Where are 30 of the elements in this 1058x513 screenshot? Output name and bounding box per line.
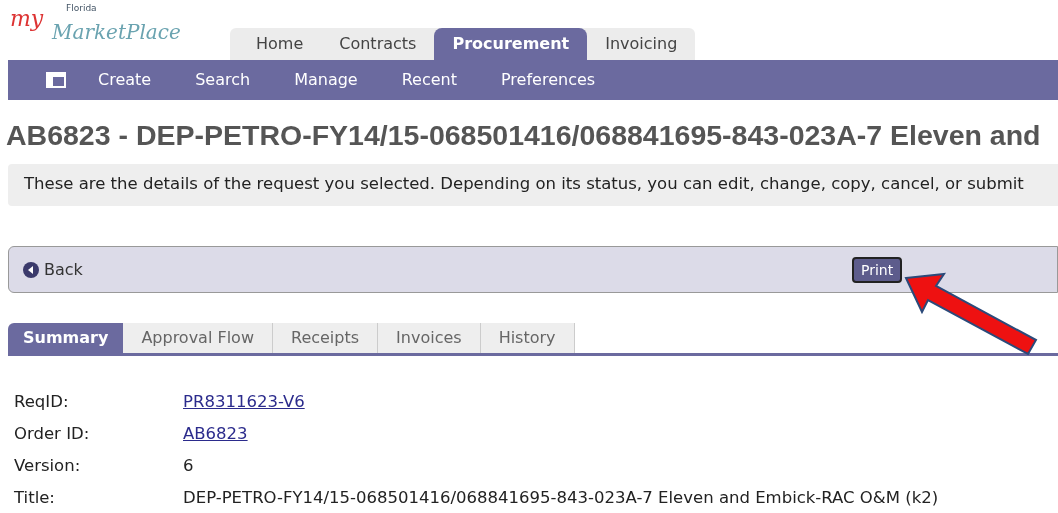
field-label: ReqID:: [14, 390, 70, 413]
main-tab[interactable]: Home: [238, 28, 322, 60]
detail-tab[interactable]: History: [480, 323, 575, 353]
value-link[interactable]: PR8311623-V6: [183, 389, 305, 415]
main-tab[interactable]: Procurement: [434, 28, 588, 60]
nav-link[interactable]: Search: [195, 68, 251, 92]
logo-text: MarketPlace: [52, 22, 181, 42]
page-title: AB6823 - DEP-PETRO-FY14/15-068501416/068841695-843-023A-7 Eleven and: [5, 118, 1042, 153]
field-value: DEP-PETRO-FY14/15-068501416/068841695-843-023A-7 Eleven and Embick-RAC O&M (k2): [183, 486, 939, 509]
field-value: 6: [183, 454, 194, 477]
layout-icon[interactable]: [46, 72, 66, 88]
logo-text: Florida: [66, 4, 97, 13]
detail-tab[interactable]: Receipts: [273, 323, 379, 353]
nav-link[interactable]: Create: [98, 68, 152, 92]
field-label: Title:: [14, 486, 56, 509]
detail-tab[interactable]: Approval Flow: [123, 323, 273, 353]
detail-tab[interactable]: Invoices: [378, 323, 481, 353]
main-tab[interactable]: Invoicing: [587, 28, 696, 60]
nav-link[interactable]: Preferences: [501, 68, 596, 92]
nav-link[interactable]: Recent: [401, 68, 457, 92]
info-message: These are the details of the request you selected. Depending on its status, you can edit, change, copy, cancel, or submit: [24, 173, 1025, 195]
field-label: Order ID:: [14, 422, 91, 445]
value-link[interactable]: AB6823: [183, 421, 248, 447]
logo-text: my: [10, 8, 44, 30]
print-button[interactable]: Print: [852, 257, 903, 283]
main-tab[interactable]: Contracts: [321, 28, 435, 60]
detail-tab[interactable]: Summary: [8, 323, 124, 353]
nav-link[interactable]: Manage: [294, 68, 358, 92]
back-button[interactable]: Back: [23, 257, 83, 282]
field-label: Version:: [14, 454, 82, 477]
